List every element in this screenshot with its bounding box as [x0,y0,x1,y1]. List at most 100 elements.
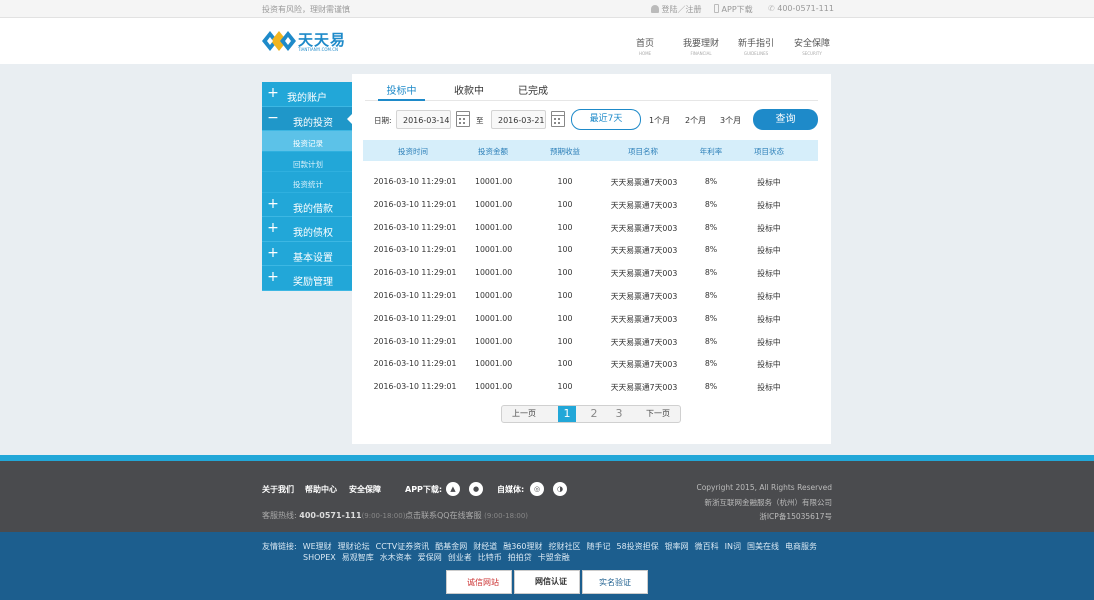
friend-link[interactable]: 随手记 [586,542,610,551]
sidebar-item-invest[interactable]: − 我的投资 [262,106,352,131]
sidebar-item-loan[interactable]: + 我的借款 [262,192,352,217]
qq-service-link[interactable]: 点击联系QQ在线客服 (9:00-18:00) [405,510,528,521]
sidebar-item-reward[interactable]: + 奖励管理 [262,266,352,291]
nav-guidelines-label: 新手指引 [738,39,775,49]
cell-invest-amount: 10001.00 [475,382,513,392]
sidebar-item-settings[interactable]: + 基本设置 [262,241,352,266]
cell-project-status: 投标中 [757,337,781,347]
company-name: 新浙互联网金融服务（杭州）有限公司 [704,498,833,507]
cell-expected-income: 100 [557,313,573,323]
friend-link[interactable]: 水木资本 [380,553,412,562]
cell-expected-income: 100 [557,336,573,346]
friend-link[interactable]: 易观智库 [342,553,374,562]
sidebar-item-account[interactable]: + 我的账户 [262,82,352,107]
friend-link[interactable]: 创业者 [448,553,472,562]
table-row[interactable]: 2016-03-10 11:29:01 10001.00 100 天天易票通7天003… [363,337,818,360]
wechat-icon[interactable]: ◑ [553,482,567,496]
friend-link[interactable]: 微百科 [695,542,719,551]
friend-link[interactable]: 拍拍贷 [508,553,532,562]
footer-security-link[interactable]: 安全保障 [349,484,381,495]
end-date-input[interactable]: 2016-03-21 [491,110,546,129]
friend-link[interactable]: IN词 [725,542,741,551]
calendar-icon[interactable] [551,111,565,127]
prev-page-button[interactable]: 上一页 [502,406,546,422]
tab-bidding[interactable]: 投标中 [378,82,425,101]
start-date-input[interactable]: 2016-03-14 [396,110,451,129]
table-row[interactable]: 2016-03-10 11:29:01 10001.00 100 天天易票通7天003… [363,291,818,314]
calendar-icon[interactable] [456,111,470,127]
friend-link[interactable]: 电商服务 [785,542,817,551]
friend-link[interactable]: 酷基金网 [435,542,467,551]
footer-help-link[interactable]: 帮助中心 [305,484,337,495]
friend-link[interactable]: 国美在线 [747,542,779,551]
friend-link[interactable]: 银率网 [665,542,689,551]
investment-panel: 投标中 收款中 已完成 日期: 2016-03-14 至 2016-03-21 … [352,74,831,444]
friend-link[interactable]: CCTV证券资讯 [376,542,430,551]
table-row[interactable]: 2016-03-10 11:29:01 10001.00 100 天天易票通7天003… [363,177,818,200]
cell-project-name: 天天易票通7天003 [610,337,678,347]
next-page-button[interactable]: 下一页 [638,406,678,422]
friend-link[interactable]: 58投资担保 [616,542,658,551]
cell-expected-income: 100 [557,382,573,392]
weibo-icon[interactable]: ◎ [530,482,544,496]
badge-trusted-site[interactable]: 诚信网站 [446,570,512,594]
tab-completed[interactable]: 已完成 [518,82,548,101]
login-label: 登陆／注册 [661,5,702,14]
friend-link[interactable]: WE理财 [303,542,332,551]
table-row[interactable]: 2016-03-10 11:29:01 10001.00 100 天天易票通7天003… [363,245,818,268]
sidebar-sub-invest-stats[interactable]: 投资统计 [262,172,352,193]
range-1-month[interactable]: 1个月 [649,115,670,126]
badge-real-name[interactable]: 实名验证 [582,570,648,594]
nav-security[interactable]: 安全保障 SECURITY [794,36,830,56]
site-logo[interactable]: 天天易 TIANTIANYI.COM.CN [262,29,348,53]
cell-annual-rate: 8% [704,382,718,392]
page-1-button[interactable]: 1 [558,406,576,422]
friend-link[interactable]: SHOPEX [303,553,336,562]
friend-link[interactable]: 理财论坛 [338,542,370,551]
cell-expected-income: 100 [557,359,573,369]
android-icon[interactable]: ▲ [446,482,460,496]
cell-annual-rate: 8% [704,313,718,323]
table-row[interactable]: 2016-03-10 11:29:01 10001.00 100 天天易票通7天003… [363,268,818,291]
cell-invest-amount: 10001.00 [475,336,513,346]
footer-about-link[interactable]: 关于我们 [262,484,294,495]
query-button[interactable]: 查询 [753,109,818,130]
table-row[interactable]: 2016-03-10 11:29:01 10001.00 100 天天易票通7天003… [363,314,818,337]
page-2-button[interactable]: 2 [586,406,602,422]
table-row[interactable]: 2016-03-10 11:29:01 10001.00 100 天天易票通7天003… [363,200,818,223]
apple-icon[interactable]: ● [469,482,483,496]
table-row[interactable]: 2016-03-10 11:29:01 10001.00 100 天天易票通7天003… [363,223,818,246]
friend-link[interactable]: 融360理财 [503,542,542,551]
tab-collecting[interactable]: 收款中 [454,82,484,101]
range-2-months[interactable]: 2个月 [685,115,706,126]
logo-mark-icon [262,31,296,51]
friend-link[interactable]: 卡盟金融 [538,553,570,562]
cell-invest-time: 2016-03-10 11:29:01 [373,359,457,369]
sidebar-item-debt[interactable]: + 我的债权 [262,217,352,242]
sidebar-item-label: 我的账户 [287,93,327,104]
nav-guidelines[interactable]: 新手指引 GUIDELINES [738,36,774,56]
table-row[interactable]: 2016-03-10 11:29:01 10001.00 100 天天易票通7天003… [363,382,818,405]
cell-invest-amount: 10001.00 [475,359,513,369]
col-project-status: 项目状态 [754,147,784,156]
cell-expected-income: 100 [557,199,573,209]
cell-project-status: 投标中 [757,223,781,233]
badge-net-trust[interactable]: 网信认证 [514,570,580,594]
icp-number[interactable]: 浙ICP备15035617号 [759,511,832,522]
friend-link[interactable]: 爱保网 [418,553,442,562]
cell-project-name: 天天易票通7天003 [610,269,678,279]
range-3-months[interactable]: 3个月 [720,115,741,126]
app-download-link[interactable]: APP下载 [714,4,753,15]
sidebar-sub-invest-records[interactable]: 投资记录 [262,131,352,152]
friend-link[interactable]: 比特币 [478,553,502,562]
table-row[interactable]: 2016-03-10 11:29:01 10001.00 100 天天易票通7天003… [363,359,818,382]
nav-financial[interactable]: 我要理财 FINANCIAL [683,36,719,56]
nav-home[interactable]: 首页 HOME [636,36,654,56]
login-link[interactable]: 登陆／注册 [651,4,702,15]
recent-7-days-button[interactable]: 最近7天 [571,109,641,130]
friend-link[interactable]: 财经道 [473,542,497,551]
page-3-button[interactable]: 3 [611,406,627,422]
expand-plus-icon: + [267,195,279,212]
friend-link[interactable]: 挖财社区 [548,542,580,551]
sidebar-sub-repay-plan[interactable]: 回款计划 [262,151,352,172]
